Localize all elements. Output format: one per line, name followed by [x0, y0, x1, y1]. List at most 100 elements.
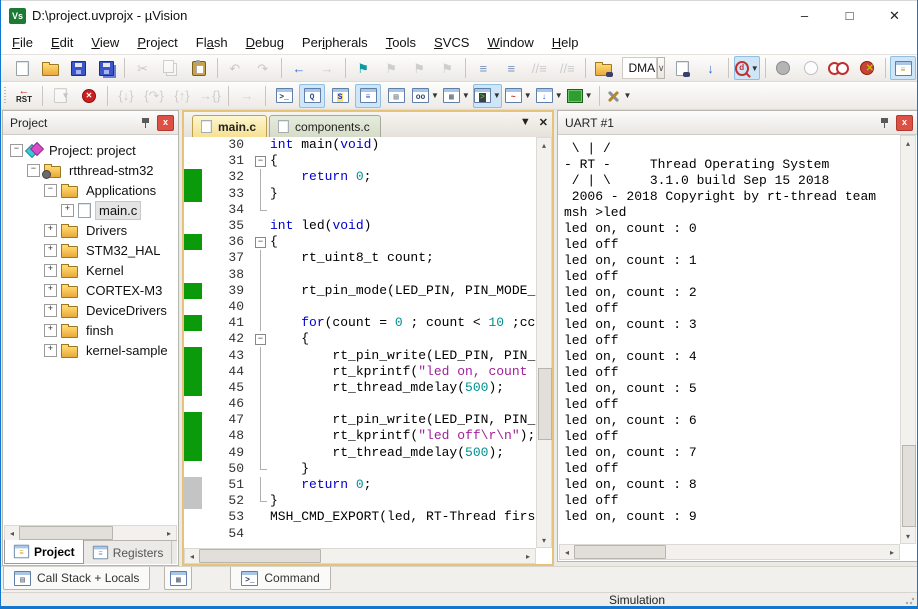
project-window-toggle-button[interactable]: ≡ [890, 56, 916, 80]
fold-collapse-icon[interactable]: − [253, 234, 270, 250]
scroll-left-arrow[interactable]: ◂ [560, 545, 574, 559]
run-to-cursor-button[interactable]: →{} [197, 84, 223, 108]
fold-collapse-icon[interactable]: − [253, 331, 270, 347]
dropdown-caret-icon[interactable]: ▼ [524, 91, 532, 100]
scroll-thumb[interactable] [538, 368, 552, 440]
dropdown-caret-icon[interactable]: ▼ [555, 91, 563, 100]
find-in-files-results-button[interactable] [669, 56, 695, 80]
menu-help[interactable]: Help [543, 32, 588, 53]
panel-tab-registers[interactable]: ≡Registers [84, 541, 173, 564]
scroll-up-arrow[interactable]: ▴ [537, 138, 551, 152]
disable-all-breakpoints-button[interactable]: ✕ [854, 56, 880, 80]
undo-button[interactable]: ↶ [222, 56, 248, 80]
expand-icon[interactable]: + [44, 304, 57, 317]
kill-all-breakpoints-button[interactable] [826, 56, 852, 80]
search-input[interactable]: DMA [622, 57, 657, 79]
system-viewer-button[interactable]: ↓▼ [535, 84, 564, 108]
dropdown-caret-icon[interactable]: ▼ [431, 91, 439, 100]
collapse-icon[interactable]: − [10, 144, 23, 157]
tree-item-rtthread-stm32[interactable]: −rtthread-stm32 [4, 160, 177, 180]
next-bookmark-button[interactable]: ⚑ [406, 56, 432, 80]
menu-file[interactable]: File [3, 32, 42, 53]
uart-panel-close-icon[interactable]: x [896, 115, 913, 131]
find-button[interactable]: d▼ [734, 56, 760, 80]
memory-window-button[interactable]: ▦▼ [442, 84, 471, 108]
find-in-files-button[interactable] [591, 56, 617, 80]
menu-project[interactable]: Project [128, 32, 186, 53]
clear-bookmarks-button[interactable]: ⚑ [434, 56, 460, 80]
scroll-thumb[interactable] [902, 445, 916, 527]
scroll-down-arrow[interactable]: ▾ [537, 533, 551, 547]
run-button[interactable]: ▾ [48, 84, 74, 108]
collapse-icon[interactable]: − [44, 184, 57, 197]
tree-item-kernel-sample[interactable]: +kernel-sample [4, 340, 177, 360]
dropdown-caret-icon[interactable]: ▼ [493, 91, 501, 100]
cut-button[interactable]: ✂ [130, 56, 156, 80]
scroll-down-arrow[interactable]: ▾ [901, 529, 915, 543]
symbols-window-button[interactable]: S [327, 84, 353, 108]
menu-tools[interactable]: Tools [377, 32, 425, 53]
project-horizontal-scrollbar[interactable]: ◂ ▸ [4, 525, 177, 541]
toolbar-grip[interactable] [4, 87, 6, 105]
copy-button[interactable] [158, 56, 184, 80]
tree-item-stm32-hal[interactable]: +STM32_HAL [4, 240, 177, 260]
insert-bookmark-button[interactable]: ⚑ [350, 56, 376, 80]
scroll-thumb[interactable] [19, 526, 113, 540]
resize-grip[interactable] [905, 595, 915, 605]
scroll-left-arrow[interactable]: ◂ [185, 549, 199, 563]
menu-peripherals[interactable]: Peripherals [293, 32, 377, 53]
uart-vertical-scrollbar[interactable]: ▴ ▾ [900, 135, 916, 544]
call-stack-tab[interactable]: ▤ Call Stack + Locals [3, 567, 150, 590]
expand-icon[interactable]: + [44, 344, 57, 357]
call-stack-window-button[interactable]: ▤ [383, 84, 409, 108]
menu-edit[interactable]: Edit [42, 32, 82, 53]
paste-button[interactable] [186, 56, 212, 80]
disassembly-window-button[interactable]: Q [299, 84, 325, 108]
scroll-right-arrow[interactable]: ▸ [885, 545, 899, 559]
expand-icon[interactable]: + [44, 264, 57, 277]
tree-item-main-c[interactable]: +main.c [4, 200, 177, 220]
save-all-button[interactable] [93, 56, 119, 80]
step-over-button[interactable]: {↷} [141, 84, 167, 108]
step-button[interactable]: {↓} [113, 84, 139, 108]
search-dropdown-button[interactable]: ∨ [657, 57, 666, 79]
dropdown-caret-icon[interactable]: ▼ [624, 91, 632, 100]
uart-output[interactable]: \ | /- RT - Thread Operating System / | … [559, 135, 900, 544]
stop-button[interactable]: ✕ [76, 84, 102, 108]
expand-icon[interactable]: + [61, 204, 74, 217]
editor-tab-main-c[interactable]: main.c [192, 115, 267, 137]
enable-disable-breakpoint-button[interactable] [798, 56, 824, 80]
indent-button[interactable]: ≡ [470, 56, 496, 80]
close-button[interactable]: ✕ [872, 1, 917, 30]
unindent-button[interactable]: ≡ [498, 56, 524, 80]
menu-svcs[interactable]: SVCS [425, 32, 478, 53]
insert-remove-breakpoint-button[interactable] [770, 56, 796, 80]
scroll-up-arrow[interactable]: ▴ [901, 136, 915, 150]
logic-analyzer-button[interactable]: ~▼ [504, 84, 533, 108]
command-tab[interactable]: >_ Command [230, 567, 330, 590]
uart-horizontal-scrollbar[interactable]: ◂ ▸ [559, 544, 900, 560]
scroll-thumb[interactable] [199, 549, 321, 563]
pin-icon[interactable] [140, 117, 151, 129]
tree-item-kernel[interactable]: +Kernel [4, 260, 177, 280]
scroll-right-arrow[interactable]: ▸ [162, 526, 176, 540]
menu-debug[interactable]: Debug [237, 32, 293, 53]
toolbox-button[interactable]: ▼ [566, 84, 594, 108]
expand-icon[interactable]: + [44, 224, 57, 237]
tree-item-applications[interactable]: −Applications [4, 180, 177, 200]
registers-window-button[interactable]: ≡ [355, 84, 381, 108]
watch-window-button[interactable]: oo▼ [411, 84, 440, 108]
tree-item-cortex-m3[interactable]: +CORTEX-M3 [4, 280, 177, 300]
incremental-find-button[interactable]: ↓ [697, 56, 723, 80]
editor-tab-components-c[interactable]: components.c [269, 115, 381, 137]
tree-item-finsh[interactable]: +finsh [4, 320, 177, 340]
tree-item-devicedrivers[interactable]: +DeviceDrivers [4, 300, 177, 320]
memory-tab-button[interactable]: ▦ [164, 567, 192, 590]
panel-tab-project[interactable]: ≡Project [4, 540, 84, 564]
previous-bookmark-button[interactable]: ⚑ [378, 56, 404, 80]
save-button[interactable] [65, 56, 91, 80]
maximize-button[interactable]: □ [827, 1, 872, 30]
new-file-button[interactable] [9, 56, 35, 80]
step-out-button[interactable]: {↑} [169, 84, 195, 108]
reset-cpu-button[interactable]: ←RST [11, 84, 37, 108]
